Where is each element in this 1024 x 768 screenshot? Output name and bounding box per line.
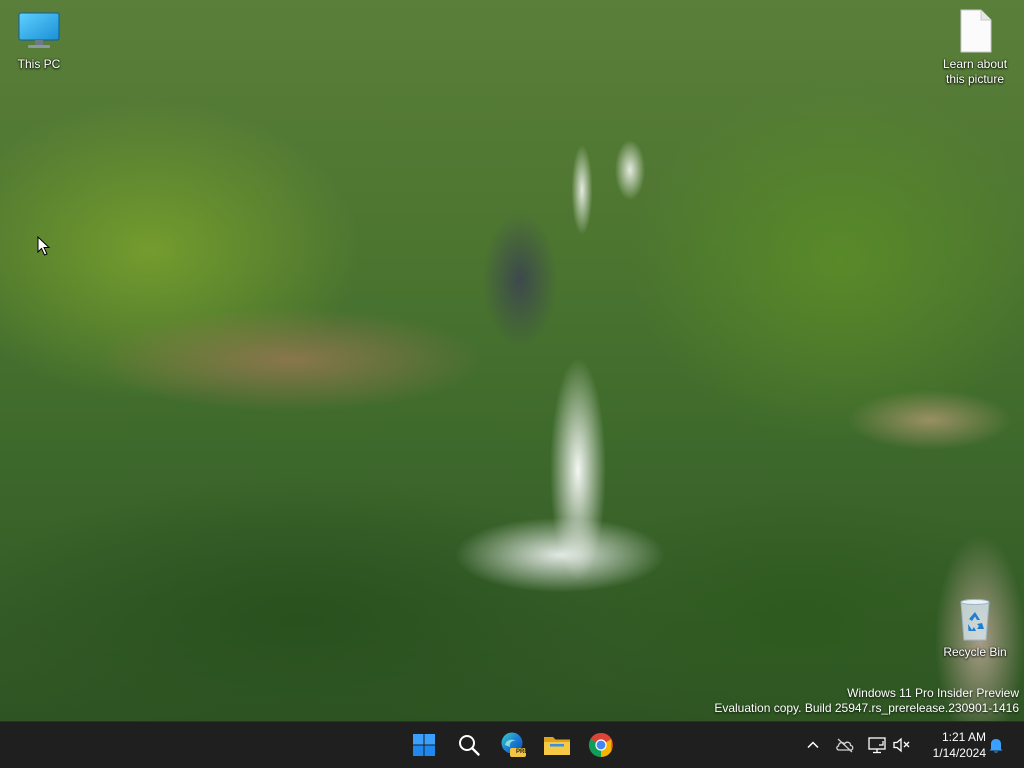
edge-preview-taskbar-button[interactable]: PRE — [494, 726, 532, 764]
monitor-icon — [18, 12, 60, 48]
desktop-icon-recycle-bin[interactable]: Recycle Bin — [937, 598, 1013, 660]
onedrive-tray-button[interactable] — [834, 734, 856, 756]
clock-date: 1/14/2024 — [932, 746, 986, 760]
onedrive-off-icon — [836, 738, 854, 753]
volume-tray-button[interactable] — [891, 734, 913, 756]
recycle-bin-icon — [960, 599, 990, 641]
watermark-edition: Windows 11 Pro Insider Preview — [847, 686, 1019, 700]
document-icon — [960, 9, 992, 53]
start-button[interactable] — [405, 726, 443, 764]
notification-center-button[interactable] — [985, 734, 1007, 756]
chrome-taskbar-button[interactable] — [582, 726, 620, 764]
desktop-icon-learn-about-this-picture[interactable]: Learn about this picture — [937, 8, 1013, 87]
notification-bell-icon — [989, 739, 1003, 753]
volume-muted-icon — [893, 737, 910, 753]
network-tray-button[interactable] — [866, 734, 888, 756]
watermark-build: Evaluation copy. Build 25947.rs_prerelea… — [714, 701, 1019, 715]
system-clock[interactable]: 1:21 AM 1/14/2024 — [933, 729, 986, 761]
windows-build-watermark: Windows 11 Pro Insider Preview Evaluatio… — [714, 686, 1019, 716]
search-button[interactable] — [450, 726, 488, 764]
chevron-up-icon — [807, 741, 819, 749]
chrome-icon — [588, 732, 613, 757]
desktop-icon-this-pc[interactable]: This PC — [1, 10, 77, 72]
network-icon — [868, 737, 886, 754]
show-hidden-icons-button[interactable] — [802, 734, 824, 756]
windows-start-icon — [413, 734, 435, 756]
mouse-cursor-icon — [37, 236, 51, 256]
clock-time: 1:21 AM — [941, 730, 986, 744]
desktop-wallpaper[interactable]: This PC Learn about this picture Recycle… — [0, 0, 1024, 721]
desktop-icon-label: Recycle Bin — [943, 645, 1007, 659]
desktop-icon-label: This PC — [17, 57, 61, 71]
file-explorer-taskbar-button[interactable] — [538, 726, 576, 764]
folder-icon — [544, 737, 570, 755]
search-icon — [459, 735, 480, 756]
taskbar: PRE 1:21 AM 1/14/2024 — [0, 721, 1024, 768]
edge-pre-badge: PRE — [516, 749, 529, 755]
desktop-icon-label: Learn about this picture — [942, 57, 1008, 86]
